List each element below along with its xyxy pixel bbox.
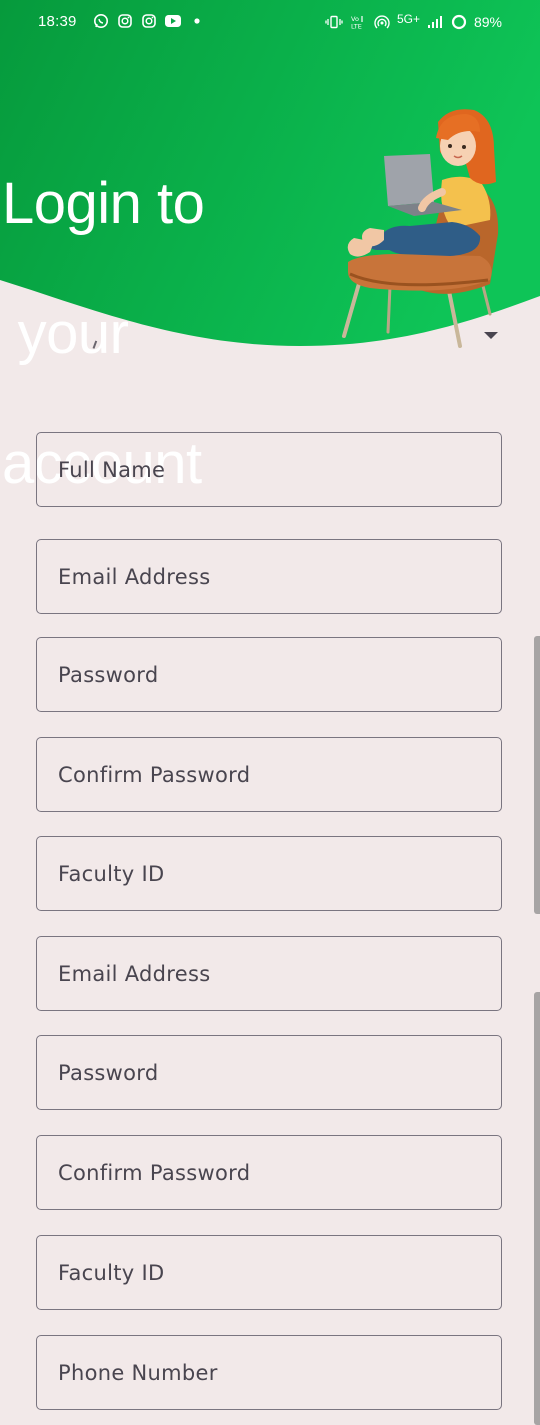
email-address-input[interactable]: [37, 540, 501, 613]
dropdown-arrow-icon[interactable]: [484, 332, 498, 339]
status-bar: 18:39 Vo LTE 5G+ 89%: [0, 0, 540, 44]
whatsapp-icon: [92, 12, 110, 30]
girl-with-laptop-illustration: [342, 109, 499, 348]
vibrate-icon: [325, 13, 343, 31]
instagram-icon: [116, 12, 134, 30]
confirm-password-input[interactable]: [37, 738, 501, 811]
password-input-2[interactable]: [37, 1036, 501, 1109]
email-address-field-2[interactable]: [36, 936, 502, 1011]
confirm-password-field-2[interactable]: [36, 1135, 502, 1210]
login-screen: 18:39 Vo LTE 5G+ 89% Login to your accou…: [0, 0, 540, 1425]
dot-icon: [188, 12, 206, 30]
title-line-2: your: [2, 301, 129, 366]
confirm-password-input-2[interactable]: [37, 1136, 501, 1209]
header-hero: 18:39 Vo LTE 5G+ 89% Login to your accou…: [0, 0, 540, 496]
network-label: 5G+: [396, 12, 420, 26]
password-input[interactable]: [37, 638, 501, 711]
status-right: Vo LTE 5G+ 89%: [325, 12, 502, 31]
hotspot-icon: [373, 13, 391, 31]
phone-number-input[interactable]: [37, 1336, 501, 1409]
youtube-icon: [164, 12, 182, 30]
title-line-1: Login to: [2, 171, 205, 236]
instagram-icon: [140, 12, 158, 30]
notification-icons: [92, 12, 206, 30]
email-address-input-2[interactable]: [37, 937, 501, 1010]
battery-percent: 89%: [473, 14, 502, 30]
faculty-id-field[interactable]: [36, 836, 502, 911]
signal-icon: [426, 13, 444, 31]
phone-number-field[interactable]: [36, 1335, 502, 1410]
confirm-password-field[interactable]: [36, 737, 502, 812]
faculty-id-input-2[interactable]: [37, 1236, 501, 1309]
faculty-id-input[interactable]: [37, 837, 501, 910]
svg-text:LTE: LTE: [351, 23, 362, 31]
full-name-input[interactable]: [37, 433, 501, 506]
scrollbar-thumb[interactable]: [534, 636, 540, 914]
volte-icon: Vo LTE: [349, 13, 367, 31]
status-time: 18:39: [38, 13, 77, 30]
email-address-field[interactable]: [36, 539, 502, 614]
faculty-id-field-2[interactable]: [36, 1235, 502, 1310]
scrollbar-thumb-2[interactable]: [534, 992, 540, 1425]
battery-icon: [450, 13, 468, 31]
password-field[interactable]: [36, 637, 502, 712]
password-field-2[interactable]: [36, 1035, 502, 1110]
full-name-field[interactable]: [36, 432, 502, 507]
